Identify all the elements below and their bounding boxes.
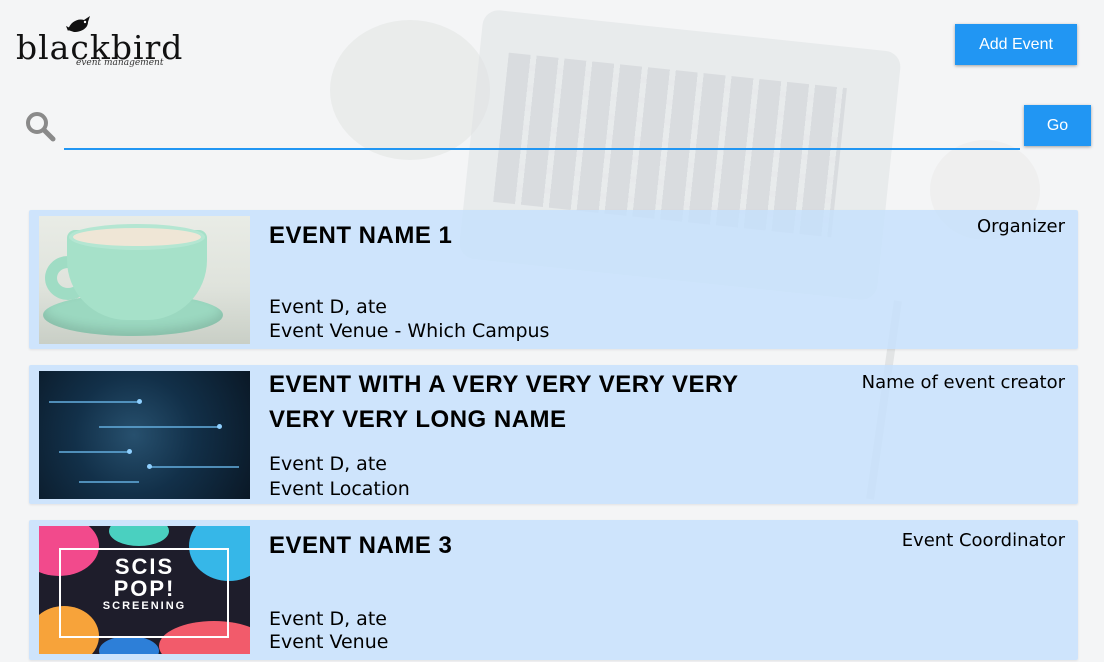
event-date: Event D, ate	[269, 296, 387, 318]
event-location: Event Venue - Which Campus	[269, 320, 550, 342]
event-title[interactable]: EVENT NAME 1	[269, 218, 739, 253]
event-title[interactable]: EVENT NAME 3	[269, 528, 739, 563]
coffee-cup-thumbnail	[39, 216, 250, 344]
poster-title-line2: POP!	[113, 576, 176, 601]
search-input[interactable]	[64, 100, 1020, 150]
event-owner: Event Coordinator	[901, 530, 1065, 551]
event-card[interactable]: SCIS POP! SCREENING EVENT NAME 3 Event C…	[29, 520, 1078, 660]
circuit-board-thumbnail	[39, 371, 250, 499]
add-event-button[interactable]: Add Event	[955, 24, 1077, 65]
event-date: Event D, ate	[269, 608, 387, 630]
event-owner: Organizer	[976, 216, 1065, 237]
event-location: Event Location	[269, 478, 410, 500]
event-card[interactable]: EVENT WITH A VERY VERY VERY VERY VERY VE…	[29, 365, 1078, 504]
event-owner: Name of event creator	[861, 372, 1065, 393]
event-location: Event Venue	[269, 631, 389, 653]
poster-title-line3: SCREENING	[102, 600, 187, 612]
logo-tagline: event management	[76, 58, 164, 68]
event-title[interactable]: EVENT WITH A VERY VERY VERY VERY VERY VE…	[269, 367, 739, 437]
event-date: Event D, ate	[269, 453, 387, 475]
app-logo[interactable]: blackbird event management	[16, 14, 182, 72]
scis-pop-screening-poster-thumbnail: SCIS POP! SCREENING	[39, 526, 250, 654]
go-button[interactable]: Go	[1024, 105, 1091, 146]
search-icon	[26, 112, 56, 142]
event-card[interactable]: EVENT NAME 1 Organizer Event D, ate Even…	[29, 210, 1078, 349]
